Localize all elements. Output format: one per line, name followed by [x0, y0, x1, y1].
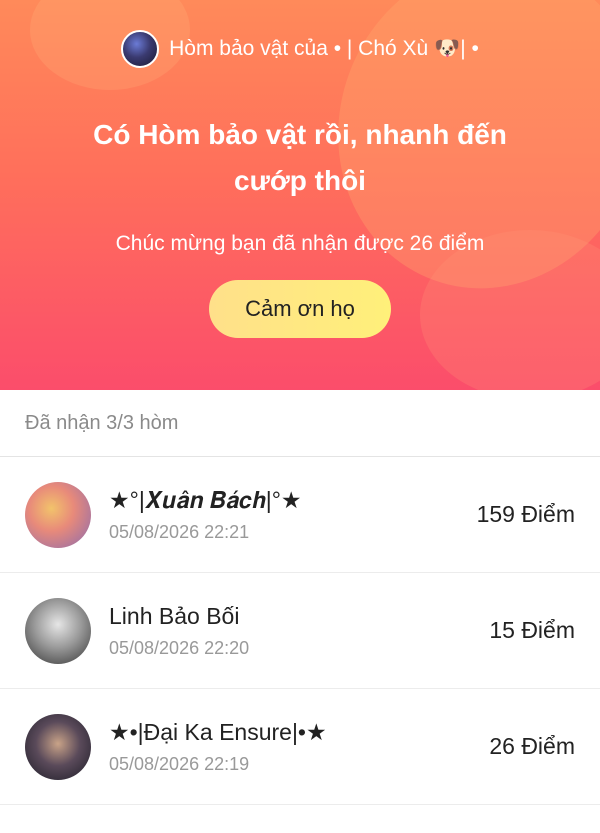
- received-count: Đã nhận 3/3 hòm: [0, 390, 600, 457]
- recipient-list: ★°|𝑿𝒖𝒂̂𝒏 𝑩𝒂́𝒄𝒉|°★ 05/08/2026 22:21 159 Đ…: [0, 457, 600, 805]
- thank-them-button[interactable]: Cảm ơn họ: [209, 280, 391, 338]
- user-name: ★•|Đại Ka Ensure|•★: [109, 718, 327, 745]
- points-message: Chúc mừng bạn đã nhận được 26 điểm: [115, 232, 485, 255]
- treasure-banner: Hòm bảo vật của • | Chó Xù 🐶| • Có Hòm b…: [0, 0, 600, 390]
- avatar[interactable]: [25, 713, 91, 780]
- timestamp: 05/08/2026 22:20: [109, 637, 250, 658]
- points-value: 15 Điểm: [489, 617, 575, 643]
- creator-text: Hòm bảo vật của • | Chó Xù 🐶| •: [169, 37, 479, 60]
- user-name: Linh Bảo Bối: [109, 602, 240, 629]
- timestamp: 05/08/2026 22:19: [109, 753, 250, 774]
- points-value: 159 Điểm: [476, 501, 575, 527]
- list-item[interactable]: ★•|Đại Ka Ensure|•★ 05/08/2026 22:19 26 …: [0, 689, 600, 805]
- headline: Có Hòm bảo vật rồi, nhanh đến cướp thôi: [93, 119, 507, 196]
- avatar[interactable]: [25, 597, 91, 664]
- creator-info: Hòm bảo vật của • | Chó Xù 🐶| •: [0, 30, 600, 68]
- points-value: 26 Điểm: [489, 733, 575, 759]
- list-item[interactable]: Linh Bảo Bối 05/08/2026 22:20 15 Điểm: [0, 573, 600, 689]
- creator-avatar[interactable]: [121, 30, 160, 68]
- avatar[interactable]: [25, 481, 91, 548]
- user-name: ★°|𝑿𝒖𝒂̂𝒏 𝑩𝒂́𝒄𝒉|°★: [109, 486, 302, 513]
- list-item[interactable]: ★°|𝑿𝒖𝒂̂𝒏 𝑩𝒂́𝒄𝒉|°★ 05/08/2026 22:21 159 Đ…: [0, 457, 600, 573]
- timestamp: 05/08/2026 22:21: [109, 521, 250, 542]
